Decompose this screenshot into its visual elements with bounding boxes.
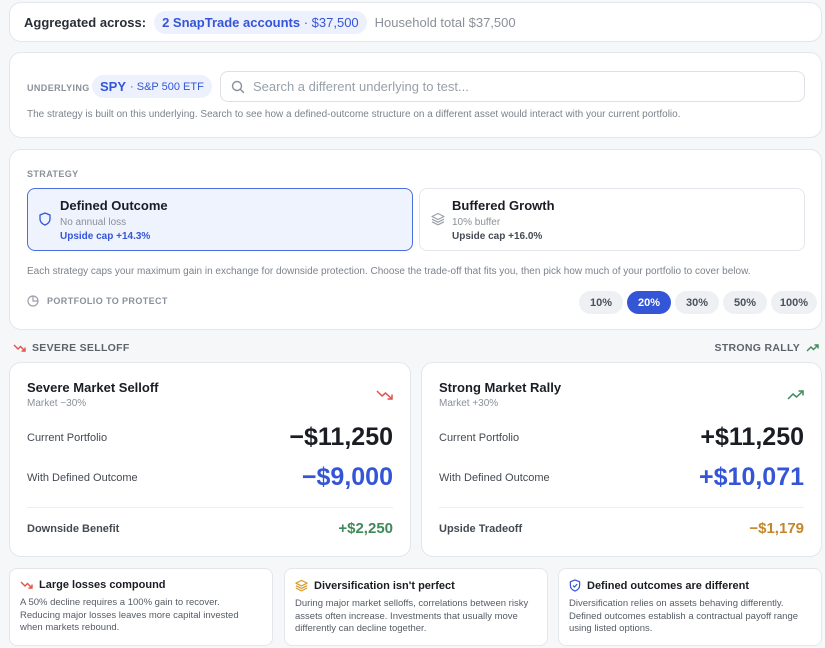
protect-label-text: PORTFOLIO TO PROTECT (47, 296, 168, 306)
symbol-name: · S&P 500 ETF (130, 80, 204, 93)
scenario-title: Severe Market Selloff (27, 380, 159, 395)
strategy-card: STRATEGY Defined Outcome No annual loss … (9, 149, 822, 330)
strategy-option-defined-outcome[interactable]: Defined Outcome No annual loss Upside ca… (27, 188, 413, 251)
trend-down-icon (376, 390, 393, 400)
percent-option-30[interactable]: 30% (675, 291, 719, 314)
strong-rally-label: STRONG RALLY (714, 342, 800, 354)
downside-benefit-value: +$2,250 (338, 520, 393, 537)
info-title: Large losses compound (39, 579, 166, 591)
defined-outcome-value: −$9,000 (301, 463, 393, 491)
underlying-card: UNDERLYING SPY · S&P 500 ETF Search a di… (9, 52, 822, 138)
shield-icon (39, 212, 51, 226)
trend-down-icon (13, 344, 26, 352)
info-title: Diversification isn't perfect (314, 579, 455, 592)
strategy-subtitle: 10% buffer (452, 217, 501, 228)
scenario-header-right: STRONG RALLY (715, 342, 819, 354)
info-title: Defined outcomes are different (587, 579, 749, 592)
scenario-title: Strong Market Rally (439, 380, 562, 395)
info-card-losses: Large losses compound A 50% decline requ… (9, 568, 273, 646)
percent-option-20[interactable]: 20% (627, 291, 671, 314)
search-input[interactable]: Search a different underlying to test... (220, 71, 805, 102)
scenario-card-rally: Strong Market Rally Market +30% Current … (421, 362, 822, 557)
strategy-cap: Upside cap +16.0% (452, 231, 543, 242)
scenario-subtitle: Market +30% (439, 398, 499, 409)
strategy-cap: Upside cap +14.3% (60, 231, 151, 242)
info-body: Diversification relies on assets behavin… (569, 598, 799, 634)
portfolio-protect-label: PORTFOLIO TO PROTECT (27, 295, 168, 307)
downside-benefit-label: Downside Benefit (27, 522, 120, 535)
strategy-title: Buffered Growth (452, 198, 555, 213)
scenario-card-selloff: Severe Market Selloff Market −30% Curren… (9, 362, 411, 557)
accounts-pill[interactable]: 2 SnapTrade accounts · $37,500 (154, 10, 367, 34)
percent-selector: 10% 20% 30% 50% 100% (579, 291, 817, 314)
accounts-amount: · $37,500 (303, 14, 359, 30)
scenario-subtitle: Market −30% (27, 398, 87, 409)
search-placeholder: Search a different underlying to test... (253, 79, 469, 94)
trend-up-icon (787, 390, 804, 400)
upside-tradeoff-label: Upside Tradeoff (439, 522, 523, 535)
current-portfolio-label: Current Portfolio (439, 431, 520, 444)
info-card-diversification: Diversification isn't perfect During maj… (284, 568, 548, 646)
severe-selloff-label: SEVERE SELLOFF (32, 342, 130, 354)
trend-down-icon (20, 581, 33, 589)
underlying-description: The strategy is built on this underlying… (27, 109, 681, 120)
search-icon (231, 80, 245, 93)
aggregate-bar: Aggregated across: 2 SnapTrade accounts … (9, 2, 822, 42)
percent-option-10[interactable]: 10% (579, 291, 623, 314)
percent-option-50[interactable]: 50% (723, 291, 767, 314)
current-portfolio-value: +$11,250 (700, 423, 804, 451)
info-body: During major market selloffs, correlatio… (295, 598, 529, 634)
strategy-label: STRATEGY (27, 169, 79, 179)
trend-up-icon (806, 344, 819, 352)
aggregate-label: Aggregated across: (24, 14, 147, 30)
current-portfolio-label: Current Portfolio (27, 431, 108, 444)
percent-option-100[interactable]: 100% (771, 291, 817, 314)
divider (27, 507, 393, 508)
symbol-pill[interactable]: SPY · S&P 500 ETF (92, 75, 212, 98)
info-card-defined-outcomes: Defined outcomes are different Diversifi… (558, 568, 822, 646)
strategy-title: Defined Outcome (60, 198, 168, 213)
symbol-ticker: SPY (100, 79, 127, 94)
pie-chart-icon (27, 295, 39, 307)
accounts-label: 2 SnapTrade accounts (162, 14, 301, 30)
defined-outcome-label: With Defined Outcome (27, 471, 138, 484)
upside-tradeoff-value: −$1,179 (749, 520, 804, 537)
layers-icon (431, 212, 445, 226)
info-body: A 50% decline requires a 100% gain to re… (20, 597, 239, 633)
defined-outcome-value: +$10,071 (699, 463, 804, 491)
strategy-option-buffered-growth[interactable]: Buffered Growth 10% buffer Upside cap +1… (419, 188, 805, 251)
layers-icon (295, 579, 308, 592)
defined-outcome-label: With Defined Outcome (439, 471, 550, 484)
scenario-header-left: SEVERE SELLOFF (13, 342, 130, 354)
underlying-label: UNDERLYING (27, 83, 90, 93)
strategy-description: Each strategy caps your maximum gain in … (27, 266, 751, 277)
divider (439, 507, 804, 508)
strategy-subtitle: No annual loss (60, 217, 127, 228)
household-total: Household total $37,500 (374, 14, 516, 30)
current-portfolio-value: −$11,250 (289, 423, 393, 451)
shield-check-icon (569, 579, 581, 592)
